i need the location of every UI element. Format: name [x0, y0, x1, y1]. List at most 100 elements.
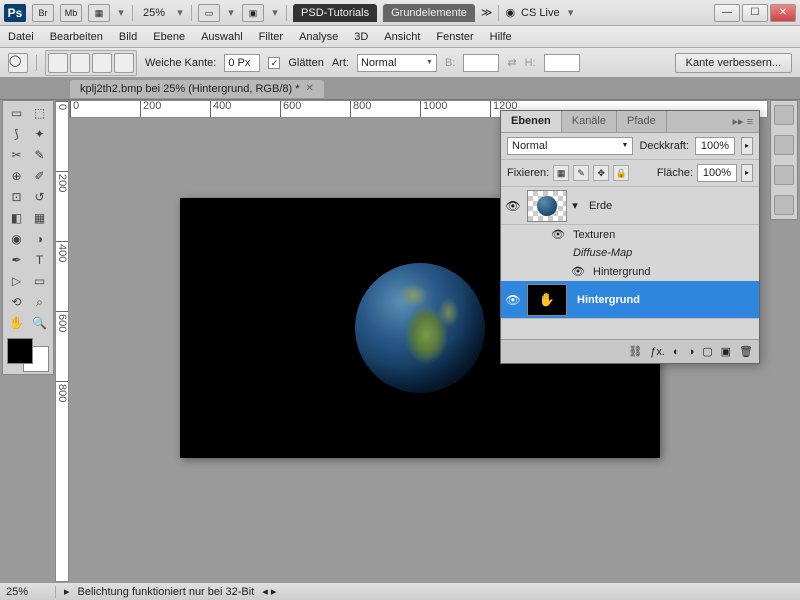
type-tool[interactable]: T [28, 250, 51, 271]
sublayer-hintergrund[interactable]: 👁Hintergrund [501, 262, 759, 281]
view-extras-button[interactable]: ▦ [88, 4, 110, 22]
antialias-checkbox[interactable]: ✓ [268, 57, 280, 69]
eraser-tool[interactable]: ◧ [5, 208, 28, 229]
visibility-icon[interactable]: 👁 [571, 265, 587, 278]
dropdown-icon[interactable]: ▾ [226, 6, 236, 19]
menu-analyse[interactable]: Analyse [299, 31, 338, 43]
visibility-icon[interactable]: 👁 [501, 199, 525, 213]
fx-icon[interactable]: ƒx. [650, 346, 665, 358]
lasso-tool[interactable]: ⟆ [5, 124, 28, 145]
status-arrow-icon[interactable]: ▸ [64, 585, 70, 598]
layer-erde[interactable]: 👁 ▾ Erde [501, 187, 759, 225]
tab-kanaele[interactable]: Kanäle [562, 111, 617, 132]
menu-filter[interactable]: Filter [259, 31, 283, 43]
minimize-button[interactable]: — [714, 4, 740, 22]
visibility-icon[interactable]: 👁 [501, 293, 525, 307]
stamp-tool[interactable]: ⊡ [5, 187, 28, 208]
adjustment-icon[interactable]: ◑ [688, 346, 695, 358]
camera-tool[interactable]: ⌕ [28, 292, 51, 313]
marquee-tool[interactable]: ⬚ [28, 103, 51, 124]
menu-datei[interactable]: Datei [8, 31, 34, 43]
crop-tool[interactable]: ✂ [5, 145, 28, 166]
close-button[interactable]: ✕ [770, 4, 796, 22]
lock-position-icon[interactable]: ✥ [593, 165, 609, 181]
current-tool-icon[interactable]: ◯ [8, 53, 28, 73]
dropdown-icon[interactable]: ▾ [116, 6, 126, 19]
eyedropper-tool[interactable]: ✎ [28, 145, 51, 166]
dodge-tool[interactable]: ◑ [28, 229, 51, 250]
menu-ebene[interactable]: Ebene [153, 31, 185, 43]
mask-icon[interactable]: ◐ [673, 346, 680, 358]
sublayer-texturen[interactable]: 👁Texturen [501, 225, 759, 244]
layer-thumbnail[interactable] [527, 190, 567, 222]
bridge-button[interactable]: Br [32, 4, 54, 22]
visibility-icon[interactable]: 👁 [551, 228, 567, 241]
status-arrow-icon[interactable]: ◂ ▸ [262, 585, 276, 598]
dropdown-icon[interactable]: ▾ [270, 6, 280, 19]
status-zoom[interactable]: 25% [6, 586, 56, 598]
cslive-label[interactable]: CS Live [521, 7, 560, 19]
panel-icon[interactable] [774, 135, 794, 155]
layer-name[interactable]: Hintergrund [569, 294, 759, 306]
heal-tool[interactable]: ⊕ [5, 166, 28, 187]
zoom-level[interactable]: 25% [139, 7, 169, 19]
pen-tool[interactable]: ✒ [5, 250, 28, 271]
layer-name[interactable]: Erde [581, 200, 759, 212]
panel-icon[interactable] [774, 195, 794, 215]
menu-3d[interactable]: 3D [354, 31, 368, 43]
delete-icon[interactable]: 🗑 [739, 345, 753, 358]
zoom-tool[interactable]: 🔍 [28, 313, 51, 334]
brush-tool[interactable]: ✐ [28, 166, 51, 187]
panel-menu-icon[interactable]: ▸▸ ≡ [726, 111, 759, 132]
selection-subtract-icon[interactable] [92, 53, 112, 73]
3d-tool[interactable]: ⟲ [5, 292, 28, 313]
panel-icon[interactable] [774, 105, 794, 125]
screen-mode-button[interactable]: ▣ [242, 4, 264, 22]
move-tool[interactable]: ▭ [5, 103, 28, 124]
opacity-arrow[interactable]: ▸ [741, 137, 753, 155]
maximize-button[interactable]: ☐ [742, 4, 768, 22]
selection-new-icon[interactable] [48, 53, 68, 73]
blend-mode-select[interactable]: Normal [507, 137, 633, 155]
link-icon[interactable]: ⛓ [628, 345, 642, 358]
hand-tool[interactable]: ✋ [5, 313, 28, 334]
history-brush-tool[interactable]: ↺ [28, 187, 51, 208]
layer-hintergrund[interactable]: 👁 Hintergrund [501, 281, 759, 319]
workspace-tab[interactable]: Grundelemente [383, 4, 475, 22]
fill-arrow[interactable]: ▸ [741, 164, 753, 182]
new-layer-icon[interactable]: ▣ [721, 345, 731, 358]
dropdown-icon[interactable]: ▾ [175, 6, 185, 19]
menu-bearbeiten[interactable]: Bearbeiten [50, 31, 103, 43]
panel-icon[interactable] [774, 165, 794, 185]
tab-pfade[interactable]: Pfade [617, 111, 667, 132]
refine-edge-button[interactable]: Kante verbessern... [675, 53, 792, 73]
lock-transparent-icon[interactable]: ▦ [553, 165, 569, 181]
lock-all-icon[interactable]: 🔒 [613, 165, 629, 181]
style-select[interactable]: Normal [357, 54, 437, 72]
menu-hilfe[interactable]: Hilfe [490, 31, 512, 43]
menu-auswahl[interactable]: Auswahl [201, 31, 243, 43]
fill-input[interactable]: 100% [697, 164, 737, 182]
lock-pixels-icon[interactable]: ✎ [573, 165, 589, 181]
menu-ansicht[interactable]: Ansicht [384, 31, 420, 43]
close-tab-icon[interactable]: ✕ [306, 83, 314, 94]
sublayer-diffuse[interactable]: Diffuse-Map [501, 244, 759, 262]
tab-ebenen[interactable]: Ebenen [501, 111, 562, 132]
layer-thumbnail[interactable] [527, 284, 567, 316]
path-tool[interactable]: ▷ [5, 271, 28, 292]
gradient-tool[interactable]: ▦ [28, 208, 51, 229]
workspace-more-icon[interactable]: ≫ [481, 6, 493, 19]
selection-intersect-icon[interactable] [114, 53, 134, 73]
dropdown-icon[interactable]: ▾ [566, 6, 576, 19]
opacity-input[interactable]: 100% [695, 137, 735, 155]
shape-tool[interactable]: ▭ [28, 271, 51, 292]
blur-tool[interactable]: ◉ [5, 229, 28, 250]
menu-fenster[interactable]: Fenster [436, 31, 473, 43]
color-swatches[interactable] [5, 338, 51, 372]
arrange-button[interactable]: ▭ [198, 4, 220, 22]
feather-input[interactable]: 0 Px [224, 54, 260, 72]
group-icon[interactable]: ▢ [702, 345, 712, 358]
selection-add-icon[interactable] [70, 53, 90, 73]
document-tab[interactable]: kplj2th2.bmp bei 25% (Hintergrund, RGB/8… [70, 80, 324, 98]
wand-tool[interactable]: ✦ [28, 124, 51, 145]
